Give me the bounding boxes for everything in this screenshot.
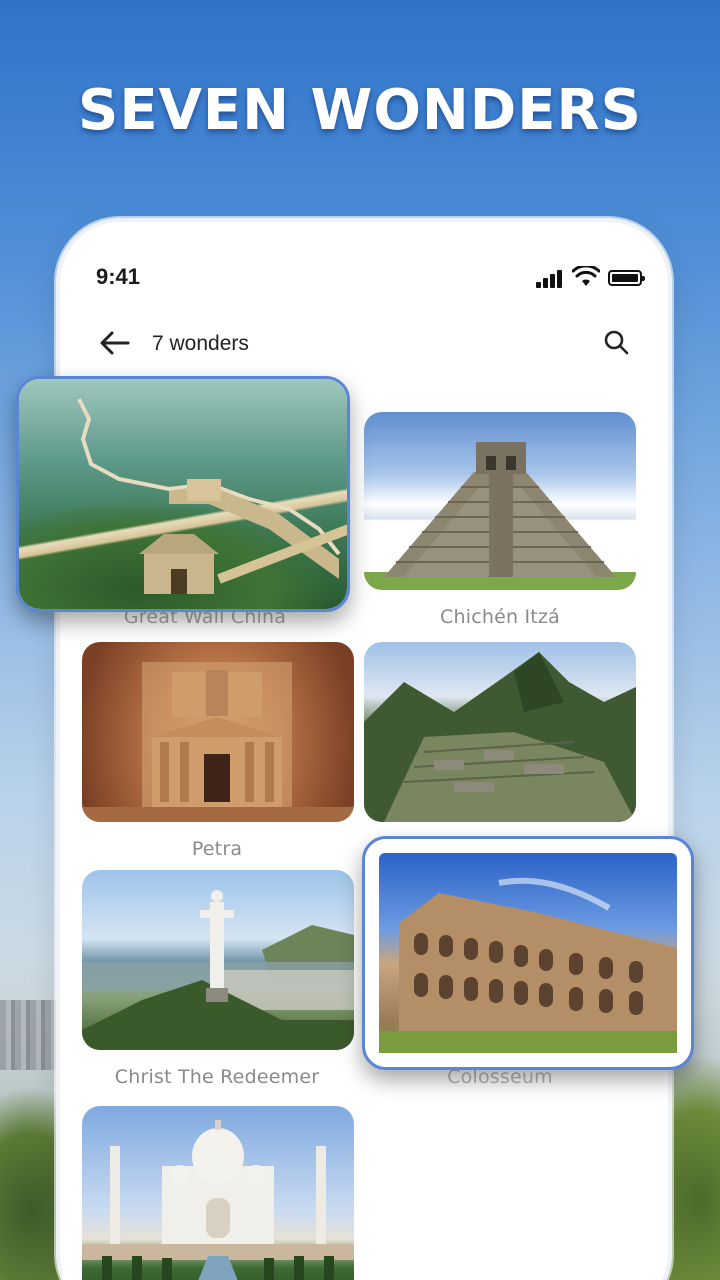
great-wall-image [19,379,347,609]
cellular-signal-icon [536,270,564,288]
search-icon[interactable] [602,328,632,358]
app-bar: 7 wonders [62,310,658,378]
christ-the-redeemer-image [82,870,354,1050]
wifi-icon [572,266,600,286]
wonder-card-chichen-itza[interactable] [364,412,636,590]
battery-icon [608,270,645,286]
status-icons [532,266,645,290]
wonder-card-machu-picchu[interactable] [364,642,636,822]
wonder-card-taj-mahal[interactable] [82,1106,354,1280]
status-time: 9:41 [96,264,141,289]
arrow-left-icon[interactable] [98,328,132,358]
wonder-label: Petra [191,838,243,860]
wonder-card-colosseum[interactable] [362,836,694,1070]
wonder-card-christ-the-redeemer[interactable] [82,870,354,1050]
petra-image [82,642,354,822]
wonder-card-petra[interactable] [82,642,354,822]
wonder-label: Chichén Itzá [440,606,560,628]
chichen-itza-image [364,412,636,590]
taj-mahal-image [82,1106,354,1280]
wonder-card-great-wall[interactable] [16,376,350,612]
machu-picchu-image [364,642,636,822]
wonder-label: Christ The Redeemer [114,1066,320,1088]
colosseum-image [379,853,677,1053]
promo-headline: SEVEN WONDERS [78,78,642,143]
page-title: 7 wonders [152,332,249,355]
